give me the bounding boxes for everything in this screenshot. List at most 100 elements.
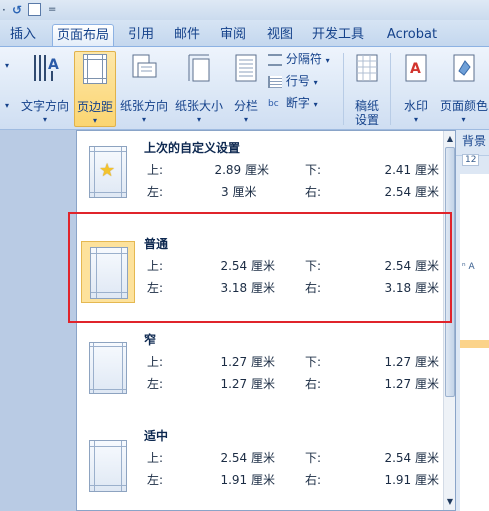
customize-qat-icon[interactable]: = xyxy=(48,1,56,19)
page-color-button[interactable]: 页面颜色 ▾ xyxy=(438,51,489,127)
text-direction-icon: A xyxy=(34,55,59,81)
chevron-down-icon: ▾ xyxy=(141,115,146,124)
tab-references[interactable]: 引用 xyxy=(122,24,160,46)
margin-preset-moderate[interactable]: 适中 上: 2.54 厘米 下: 2.54 厘米 左: 1.91 厘米 右: 1… xyxy=(77,415,443,509)
margins-icon xyxy=(83,54,107,84)
chevron-down-icon: ▾ xyxy=(313,100,318,109)
right-label: 右: xyxy=(305,185,322,199)
group-separator xyxy=(390,53,391,125)
hyphenation-label: 断字 xyxy=(285,96,310,110)
tab-insert[interactable]: 插入 xyxy=(4,24,42,46)
chevron-down-icon: ▾ xyxy=(413,115,418,124)
svg-text:A: A xyxy=(48,57,59,73)
preset-thumbnail xyxy=(81,435,135,497)
highlight-bar xyxy=(460,340,489,348)
document-left-margin xyxy=(0,130,76,511)
breaks-button[interactable]: 分隔符 ▾ xyxy=(268,51,330,67)
left-value: 3 厘米 xyxy=(221,185,257,199)
ruler: 12 xyxy=(462,154,480,166)
background-group-label: 背景 xyxy=(462,134,487,148)
scroll-down-icon[interactable]: ▼ xyxy=(444,495,455,509)
text-direction-button[interactable]: A 文字方向 ▾ xyxy=(18,51,72,127)
chevron-down-icon: ▾ xyxy=(42,115,47,124)
columns-label: 分栏 xyxy=(233,99,258,113)
right-label: 右: xyxy=(305,377,322,391)
bottom-value: 2.54 厘米 xyxy=(384,451,439,465)
bottom-value: 2.41 厘米 xyxy=(384,163,439,177)
chevron-down-icon: ▾ xyxy=(92,116,97,125)
breaks-icon xyxy=(268,53,282,66)
watermark-icon: A xyxy=(405,54,427,82)
page-preview xyxy=(89,440,127,492)
draft-paper-icon xyxy=(356,54,378,82)
chevron-down-icon: ▾ xyxy=(196,115,201,124)
columns-icon xyxy=(235,54,257,82)
line-numbers-button[interactable]: 行号 ▾ xyxy=(268,73,318,89)
margin-preset-last-custom[interactable]: ★ 上次的自定义设置 上: 2.89 厘米 下: 2.41 厘米 左: 3 厘米… xyxy=(77,131,443,225)
bottom-label: 下: xyxy=(305,451,322,465)
tab-view[interactable]: 视图 xyxy=(260,24,300,46)
format-icons: ⁿ A xyxy=(462,262,475,272)
tab-page-layout[interactable]: 页面布局 xyxy=(52,24,114,46)
quick-access-toolbar: · ↺ = xyxy=(0,0,489,20)
watermark-button[interactable]: A 水印 ▾ xyxy=(396,51,436,127)
svg-text:A: A xyxy=(410,61,421,77)
right-value: 2.54 厘米 xyxy=(384,185,439,199)
left-value: 1.91 厘米 xyxy=(220,473,275,487)
orientation-icon xyxy=(132,54,157,78)
page-color-icon xyxy=(453,54,474,82)
top-value: 2.89 厘米 xyxy=(214,163,269,177)
columns-button[interactable]: 分栏 ▾ xyxy=(228,51,264,127)
save-icon[interactable] xyxy=(28,3,41,16)
bottom-label: 下: xyxy=(305,163,322,177)
undo-icon[interactable]: · xyxy=(2,1,6,19)
orientation-button[interactable]: 纸张方向 ▾ xyxy=(118,51,170,127)
top-value: 2.54 厘米 xyxy=(220,451,275,465)
bottom-label: 下: xyxy=(305,355,322,369)
top-label: 上: xyxy=(147,163,164,177)
preset-title: 窄 xyxy=(144,333,157,347)
annotation-highlight-box xyxy=(68,212,452,323)
top-value: 1.27 厘米 xyxy=(220,355,275,369)
right-value: 1.27 厘米 xyxy=(384,377,439,391)
group-separator xyxy=(343,53,344,125)
left-value: 1.27 厘米 xyxy=(220,377,275,391)
size-button[interactable]: 纸张大小 ▾ xyxy=(172,51,226,127)
size-label: 纸张大小 xyxy=(174,99,223,113)
orientation-label: 纸张方向 xyxy=(119,99,168,113)
preset-thumbnail xyxy=(81,337,135,399)
tab-acrobat[interactable]: Acrobat xyxy=(380,24,444,46)
right-label: 右: xyxy=(305,473,322,487)
left-label: 左: xyxy=(147,185,164,199)
tab-developer[interactable]: 开发工具 xyxy=(306,24,370,46)
ribbon-tab-bar: 插入 页面布局 引用 邮件 审阅 视图 开发工具 Acrobat xyxy=(0,20,489,46)
margin-preset-narrow[interactable]: 窄 上: 1.27 厘米 下: 1.27 厘米 左: 1.27 厘米 右: 1.… xyxy=(77,319,443,413)
draft-paper-label-2: 设置 xyxy=(354,113,379,127)
margins-label: 页边距 xyxy=(76,100,113,114)
right-value: 1.91 厘米 xyxy=(384,473,439,487)
top-label: 上: xyxy=(147,451,164,465)
page-preview: ★ xyxy=(89,146,127,198)
left-label: 左: xyxy=(147,377,164,391)
preset-title: 上次的自定义设置 xyxy=(144,141,241,155)
bottom-value: 1.27 厘米 xyxy=(384,355,439,369)
ribbon: ▾ ▾ A 文字方向 ▾ 页边距 ▾ 纸张方向 ▾ 纸张大小 ▾ 分栏 ▾ 分隔… xyxy=(0,46,489,130)
draft-paper-button[interactable]: 稿纸 设置 xyxy=(348,51,386,127)
tab-review[interactable]: 审阅 xyxy=(214,24,252,46)
document-right-edge: 背景 12 ⁿ A xyxy=(456,130,489,511)
scroll-up-icon[interactable]: ▲ xyxy=(444,132,455,146)
text-direction-label: 文字方向 xyxy=(20,99,69,113)
redo-icon[interactable]: ↺ xyxy=(12,1,22,19)
margins-button[interactable]: 页边距 ▾ xyxy=(74,51,116,127)
line-numbers-label: 行号 xyxy=(285,74,310,88)
watermark-label: 水印 xyxy=(403,99,428,113)
chevron-down-icon: ▾ xyxy=(243,115,248,124)
hyphenation-button[interactable]: bc 断字 ▾ xyxy=(268,95,318,111)
chevron-down-icon: ▾ xyxy=(461,115,466,124)
page-preview xyxy=(89,342,127,394)
tab-mailings[interactable]: 邮件 xyxy=(168,24,206,46)
hyphenation-icon: bc xyxy=(268,98,279,109)
chevron-down-icon: ▾ xyxy=(313,78,318,87)
preset-thumbnail: ★ xyxy=(81,141,135,203)
page-color-label: 页面颜色 xyxy=(440,99,489,113)
